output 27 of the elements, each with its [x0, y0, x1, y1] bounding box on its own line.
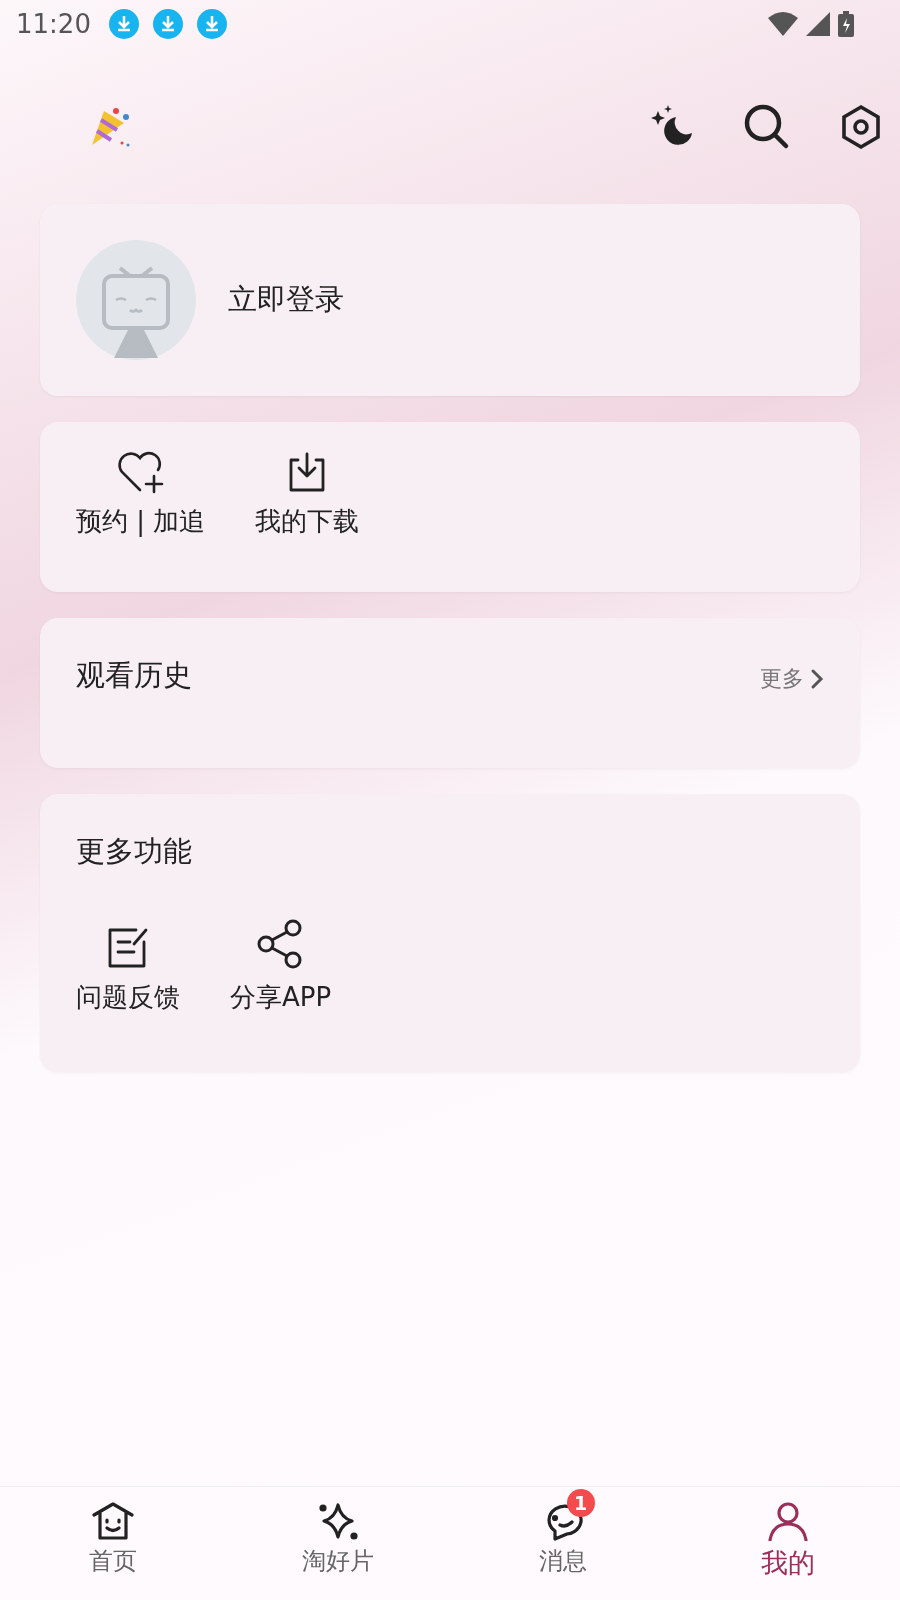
- feature-item[interactable]: 分享APP: [230, 924, 332, 1015]
- nav-tab[interactable]: 我的: [675, 1487, 900, 1600]
- section-title: 更多功能: [76, 834, 192, 868]
- nav-tab[interactable]: 首页: [0, 1487, 225, 1600]
- search-icon[interactable]: [744, 104, 790, 150]
- chevron-right-icon: [810, 668, 824, 690]
- login-card[interactable]: 立即登录: [40, 204, 860, 396]
- download-notification-icon: [108, 9, 139, 39]
- download-notification-icon: [152, 9, 183, 39]
- section-title: 观看历史: [76, 657, 192, 694]
- person-icon: [765, 1501, 810, 1541]
- status-time: 11:20: [16, 9, 91, 39]
- settings-icon[interactable]: [840, 104, 882, 150]
- heart-plus-icon: [115, 450, 166, 494]
- quick-action[interactable]: 我的下载: [255, 448, 360, 592]
- signal-icon: [806, 12, 830, 36]
- home-icon: [90, 1501, 135, 1541]
- unread-badge: 1: [566, 1489, 595, 1517]
- wifi-icon: [768, 12, 798, 36]
- nav-tab[interactable]: 淘好片: [225, 1487, 450, 1600]
- download-notification-icon: [196, 9, 227, 39]
- battery-icon: [838, 11, 854, 37]
- login-prompt: 立即登录: [228, 281, 344, 318]
- more-link[interactable]: 更多: [760, 664, 824, 694]
- nav-tab[interactable]: 1 消息: [450, 1487, 675, 1600]
- quick-action[interactable]: 预约 | 加追: [76, 448, 206, 592]
- feature-item[interactable]: 问题反馈: [76, 924, 180, 1015]
